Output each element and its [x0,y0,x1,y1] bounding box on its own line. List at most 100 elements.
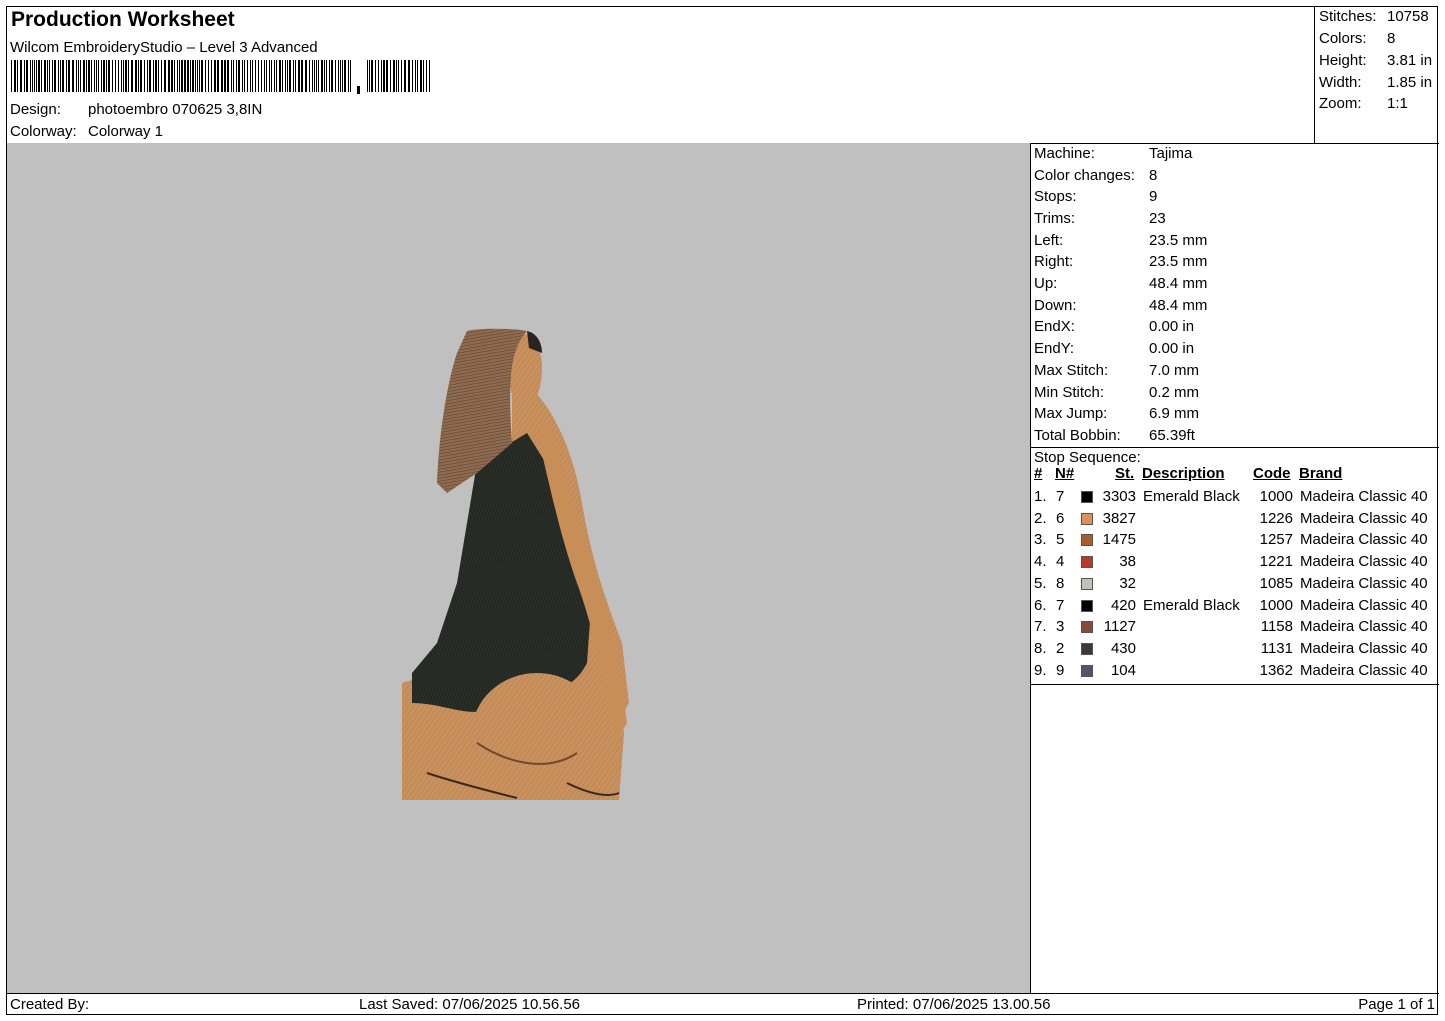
row-stitches: 420 [1110,596,1136,614]
info-label: Trims: [1034,210,1076,227]
info-max-stitch: Max Stitch: 7.0 mm [1034,362,1199,379]
stat-width: Width: 1.85 in [1319,74,1432,91]
row-code: 1221 [1259,553,1293,571]
row-brand: Madeira Classic 40 [1300,574,1428,592]
row-index: 2. [1034,509,1047,527]
row-code: 1085 [1259,574,1293,592]
row-brand: Madeira Classic 40 [1300,509,1428,527]
row-brand: Madeira Classic 40 [1300,553,1428,571]
info-label: Left: [1034,232,1064,249]
info-value: 6.9 mm [1149,405,1200,422]
info-value: 7.0 mm [1149,362,1200,379]
info-label: Right: [1034,253,1074,270]
row-index: 6. [1034,596,1047,614]
stat-label: Colors: [1319,30,1367,47]
info-value: 0.2 mm [1149,384,1200,401]
row-index: 9. [1034,661,1047,679]
last-saved: Last Saved: 07/06/2025 10.56.56 [359,996,581,1013]
page-number: Page 1 of 1 [1358,996,1435,1013]
col-header-brand: Brand [1299,465,1343,482]
info-label: Total Bobbin: [1034,427,1121,444]
info-label: Stops: [1034,188,1077,205]
info-label: Up: [1034,275,1058,292]
row-code: 1257 [1259,531,1293,549]
stat-label: Width: [1319,74,1362,91]
row-needle: 6 [1056,509,1065,527]
worksheet-header: Production Worksheet Wilcom EmbroiderySt… [7,7,1314,143]
info-up: Up: 48.4 mm [1034,275,1207,292]
color-swatch [1081,621,1093,634]
color-swatch [1081,556,1093,569]
page-title: Production Worksheet [11,8,235,31]
color-swatch [1081,599,1093,612]
worksheet-frame: Production Worksheet Wilcom EmbroiderySt… [6,6,1439,1015]
stat-label: Zoom: [1319,95,1362,112]
design-value: photoembro 070625 3,8IN [88,101,263,118]
row-index: 1. [1034,488,1047,505]
worksheet-footer: Created By: Last Saved: 07/06/2025 10.56… [7,993,1439,1015]
row-code: 1226 [1259,509,1293,527]
info-label: Max Jump: [1034,405,1108,422]
col-header-code: Code [1253,465,1291,482]
row-index: 3. [1034,531,1047,549]
colorway-value: Colorway 1 [88,123,164,140]
row-code: 1000 [1259,488,1293,505]
row-code: 1000 [1259,596,1293,614]
info-color-changes: Color changes: 8 [1034,167,1157,184]
info-stops: Stops: 9 [1034,188,1157,205]
info-label: EndX: [1034,318,1075,335]
row-brand: Madeira Classic 40 [1300,596,1428,614]
info-value: 9 [1149,188,1158,205]
row-description: Emerald Black [1143,596,1240,614]
col-header-stitches: St. [1115,465,1135,482]
info-left: Left: 23.5 mm [1034,232,1207,249]
colorway-label: Colorway: [10,123,77,140]
divider [1031,684,1439,685]
row-needle: 9 [1056,661,1065,679]
row-stitches: 38 [1119,553,1136,571]
printed-date: Printed: 07/06/2025 13.00.56 [857,996,1051,1013]
divider [1030,143,1031,993]
col-header-needle: N# [1055,465,1075,482]
row-stitches: 430 [1110,639,1136,657]
stat-label: Stitches: [1319,8,1377,25]
row-index: 5. [1034,574,1047,592]
stat-stitches: Stitches: 10758 [1319,8,1429,25]
info-value: 65.39ft [1149,427,1195,444]
color-swatch [1081,534,1093,547]
stats-box: Stitches: 10758 Colors: 8 Height: 3.81 i… [1314,7,1439,143]
row-stitches: 3303 [1102,488,1136,505]
info-value: 48.4 mm [1149,275,1208,292]
info-value: 23.5 mm [1149,232,1208,249]
info-value: 0.00 in [1149,340,1195,357]
color-swatch [1081,512,1093,525]
info-value: 23.5 mm [1149,253,1208,270]
row-needle: 5 [1056,531,1065,549]
row-brand: Madeira Classic 40 [1300,531,1428,549]
info-value: Tajima [1149,145,1193,162]
info-label: EndY: [1034,340,1075,357]
info-min-stitch: Min Stitch: 0.2 mm [1034,384,1199,401]
col-header-description: Description [1142,465,1225,482]
design-row: Design: photoembro 070625 3,8IN [10,101,262,118]
row-brand: Madeira Classic 40 [1300,661,1428,679]
stat-value: 1.85 in [1387,74,1433,91]
stat-value: 1:1 [1387,95,1408,112]
color-swatch [1081,577,1093,590]
stat-value: 3.81 in [1387,52,1433,69]
row-stitches: 1475 [1102,531,1136,549]
row-stitches: 1127 [1103,618,1136,636]
barcode [11,60,430,94]
row-needle: 2 [1056,639,1065,657]
divider [1031,447,1439,448]
col-header-index: # [1034,465,1043,482]
row-stitches: 32 [1119,574,1136,592]
row-needle: 8 [1056,574,1065,592]
row-needle: 3 [1056,618,1065,636]
info-value: 48.4 mm [1149,297,1208,314]
info-value: 0.00 in [1149,318,1195,335]
embroidery-design-image [402,328,629,800]
info-endx: EndX: 0.00 in [1034,318,1194,335]
info-down: Down: 48.4 mm [1034,297,1207,314]
row-code: 1362 [1259,661,1293,679]
